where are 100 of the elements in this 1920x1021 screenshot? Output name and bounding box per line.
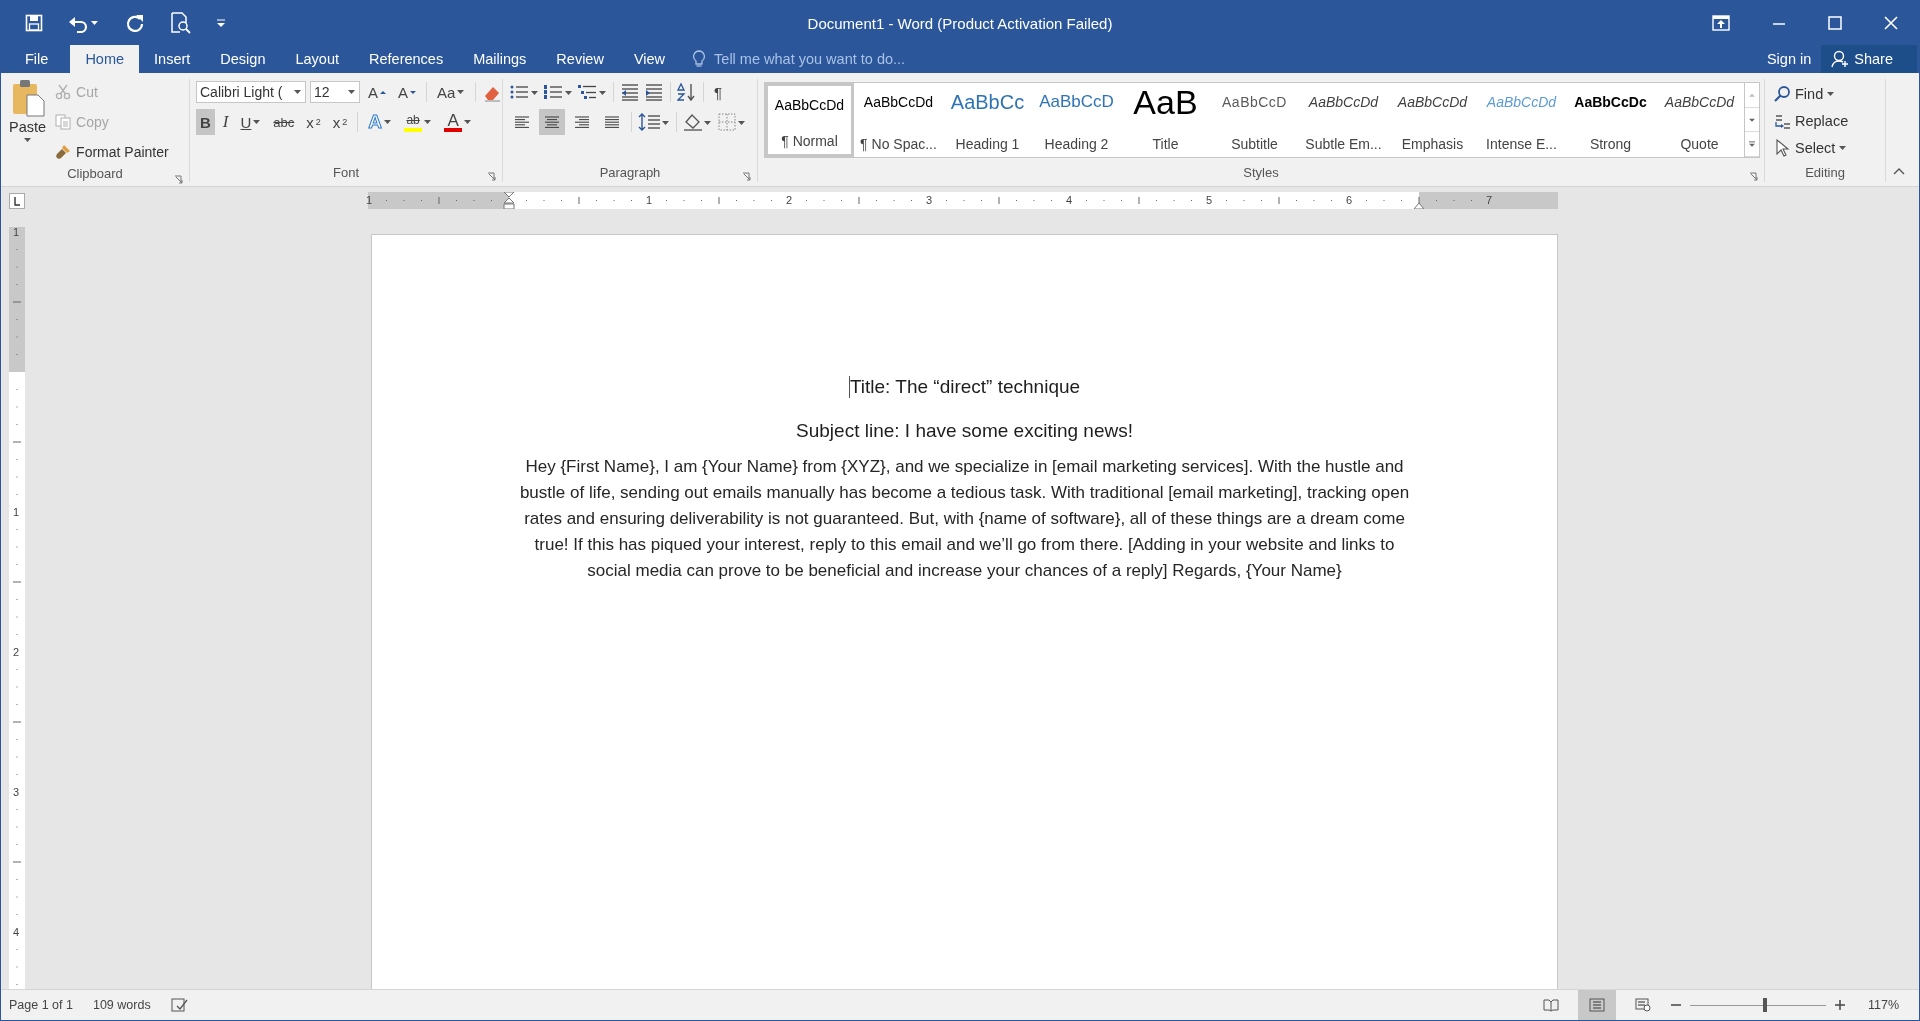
copy-icon [55,114,72,130]
word-count[interactable]: 109 words [92,998,151,1012]
share-button[interactable]: Share [1821,45,1917,73]
page-layout-icon [1588,998,1605,1012]
dropdown-caret-icon [457,89,466,95]
ribbon-display-options-icon[interactable] [1712,15,1730,31]
group-label: Styles [1243,164,1279,180]
close-icon[interactable] [1884,16,1898,30]
page-count[interactable]: Page 1 of 1 [9,998,73,1012]
ribbon-tab[interactable]: Design [205,45,281,73]
replace-button[interactable]: Replace [1771,108,1851,134]
numbering-icon[interactable] [543,83,573,101]
group-label: Font [333,164,359,180]
ruler-number: 1 [646,195,653,206]
dialog-launcher-icon[interactable] [1749,172,1758,181]
font-name-field[interactable]: Calibri Light ( [196,81,306,103]
align-lines-icon [513,114,531,130]
maximize-icon[interactable] [1828,16,1842,30]
print-preview-icon[interactable] [169,12,191,34]
shading-icon[interactable] [683,112,713,132]
book-icon [1542,998,1559,1012]
zoom-in-icon[interactable] [1833,999,1846,1011]
customize-toolbar-icon[interactable] [215,17,227,29]
multilevel-list-icon[interactable] [577,83,607,101]
increase-indent-icon[interactable] [644,83,664,101]
dropdown-caret-icon [1827,91,1836,97]
save-icon[interactable] [25,14,43,32]
dialog-launcher-icon[interactable] [174,175,183,184]
style-gallery-item[interactable]: AaBbCcDd Intense E... [1477,83,1566,157]
ribbon-tab[interactable]: Layout [280,45,354,73]
sign-in-link[interactable]: Sign in [1756,45,1822,73]
style-gallery-item[interactable]: AaBbCcDd ¶ Normal [765,83,854,157]
style-gallery-item[interactable]: AaBbCcDd Quote [1655,83,1744,157]
dropdown-caret-icon [424,119,433,125]
zoom-level[interactable]: 117% [1867,998,1899,1012]
up-caret-icon [380,89,386,95]
dropdown-caret-icon [464,119,473,125]
font-style-button[interactable]: abc [269,109,299,135]
text-cursor [848,376,850,398]
paste-button[interactable]: Paste [7,79,53,165]
style-gallery-item[interactable]: AaBbCcDd Subtle Em... [1299,83,1388,157]
font-size-field[interactable]: 12 [310,81,360,103]
style-gallery-item[interactable]: AaBbCcDc Strong [1566,83,1655,157]
ruler-number: 7 [1486,195,1493,206]
align-center-button[interactable] [539,109,565,135]
font-style-button[interactable]: x$^{2}$ [328,109,352,135]
proofing-icon[interactable] [170,998,189,1012]
style-gallery-item[interactable]: AaB Title [1121,83,1210,157]
ribbon-tab[interactable]: References [354,45,459,73]
collapse-ribbon-icon[interactable] [1893,167,1905,175]
ruler-number: 4 [13,927,20,938]
ribbon-tab[interactable]: Insert [139,45,206,73]
redo-icon[interactable] [125,13,145,33]
dropdown-caret-icon [348,89,356,95]
dropdown-caret-icon [384,119,393,125]
bullets-icon[interactable] [509,83,539,101]
sort-icon[interactable] [677,82,697,102]
grow-font-button[interactable]: A [364,79,390,105]
font-style-button[interactable]: U [236,109,266,135]
font-style-button[interactable]: B [196,109,215,135]
font-style-button[interactable]: I [218,109,233,135]
borders-icon[interactable] [717,112,747,132]
web-layout-icon [1634,998,1651,1012]
dropdown-caret-icon[interactable] [253,119,262,125]
style-gallery-item[interactable]: AaBbCcD Subtitle [1210,83,1299,157]
paintbrush-icon [55,144,72,160]
highlight-button[interactable]: ab [400,109,437,135]
tab-selector-icon[interactable] [9,193,25,209]
ruler-number: 6 [1346,195,1353,206]
line-spacing-icon[interactable] [638,112,670,132]
style-gallery-item[interactable]: AaBbCc Heading 1 [943,83,1032,157]
print-view-button[interactable] [1577,990,1616,1020]
ruler-number: 1 [366,195,373,206]
ribbon-tab[interactable]: Review [541,45,619,73]
find-button[interactable]: Find [1771,81,1851,107]
painter-button[interactable]: Format Painter [52,139,172,165]
decrease-indent-icon[interactable] [620,83,640,101]
ribbon-tab[interactable]: View [618,45,681,73]
style-gallery-item[interactable]: AaBbCcD Heading 2 [1032,83,1121,157]
tell-me-field[interactable]: Tell me what you want to do... [712,50,937,68]
dropdown-caret-icon [23,137,32,143]
lightbulb-icon[interactable] [692,50,707,68]
font-color-button[interactable]: A [440,109,477,135]
select-button[interactable]: Select [1771,135,1851,161]
ribbon-tab[interactable]: Mailings [458,45,542,73]
style-gallery-item[interactable]: AaBbCcDd ¶ No Spac... [854,83,943,157]
ribbon-tab[interactable]: File [1,45,71,73]
show-marks-button[interactable]: ¶ [710,79,727,105]
change-case-button[interactable]: Aa [433,79,470,105]
slider-thumb[interactable] [1762,998,1767,1012]
shrink-font-button[interactable]: A [394,79,421,105]
ribbon-tab[interactable]: Home [70,45,140,73]
ruler-number: 5 [1206,195,1213,206]
ruler-number: 1 [13,507,20,518]
style-gallery-item[interactable]: AaBbCcDd Emphasis [1388,83,1477,157]
dialog-launcher-icon[interactable] [742,172,751,181]
window-title: Document1 - Word (Product Activation Failed) [807,14,1113,32]
dialog-launcher-icon[interactable] [487,172,496,181]
document-title: Title: The “direct” technique [849,376,1081,398]
group-label: Paragraph [599,164,661,180]
